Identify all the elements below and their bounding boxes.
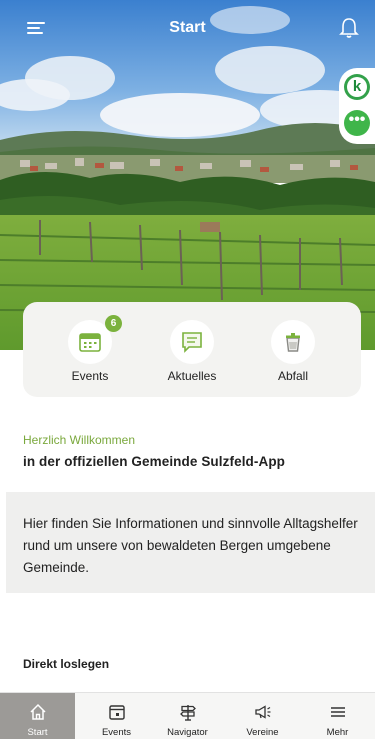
quick-action-label: Aktuelles (167, 369, 217, 383)
quick-action-label: Events (71, 369, 109, 383)
events-count-badge: 6 (105, 315, 122, 332)
quick-action-events[interactable]: 6 Events (45, 315, 135, 390)
k-logo-button[interactable]: k (344, 74, 370, 100)
tab-start[interactable]: Start (0, 693, 75, 739)
tab-navigator[interactable]: Navigator (150, 693, 225, 739)
tab-mehr[interactable]: Mehr (300, 693, 375, 739)
home-icon (30, 703, 46, 720)
info-box: Hier finden Sie Informationen und sinnvo… (6, 492, 375, 593)
bell-icon[interactable] (338, 16, 360, 40)
welcome-title: in der offiziellen Gemeinde Sulzfeld-App (23, 454, 286, 469)
section-heading: Direkt loslegen (23, 657, 110, 671)
quick-action-abfall[interactable]: Abfall (248, 320, 338, 390)
tab-vereine[interactable]: Vereine (225, 693, 300, 739)
top-bar: Start (0, 0, 375, 56)
tab-events[interactable]: Events (79, 693, 154, 739)
welcome-subtitle: Herzlich Willkommen (23, 433, 136, 447)
signpost-icon (180, 705, 196, 721)
page-title: Start (169, 19, 206, 36)
info-text: Hier finden Sie Informationen und sinnvo… (23, 516, 358, 575)
megaphone-icon (255, 705, 271, 719)
news-icon (182, 332, 202, 353)
calendar-icon (109, 705, 125, 720)
menu-icon (331, 707, 345, 717)
calendar-icon (79, 333, 101, 352)
waste-bin-icon (286, 333, 300, 352)
quick-action-aktuelles[interactable]: Aktuelles (147, 320, 237, 390)
quick-action-label: Abfall (277, 369, 309, 383)
quick-actions-card: 6 Events Aktuelles Abfall (23, 302, 361, 397)
bottom-navigation: Start Events Navigator Vereine Mehr (0, 692, 375, 739)
more-options-button[interactable]: ••• (344, 110, 370, 136)
side-quick-panel: k ••• (339, 68, 375, 144)
hero-image: Start k ••• (0, 0, 375, 350)
